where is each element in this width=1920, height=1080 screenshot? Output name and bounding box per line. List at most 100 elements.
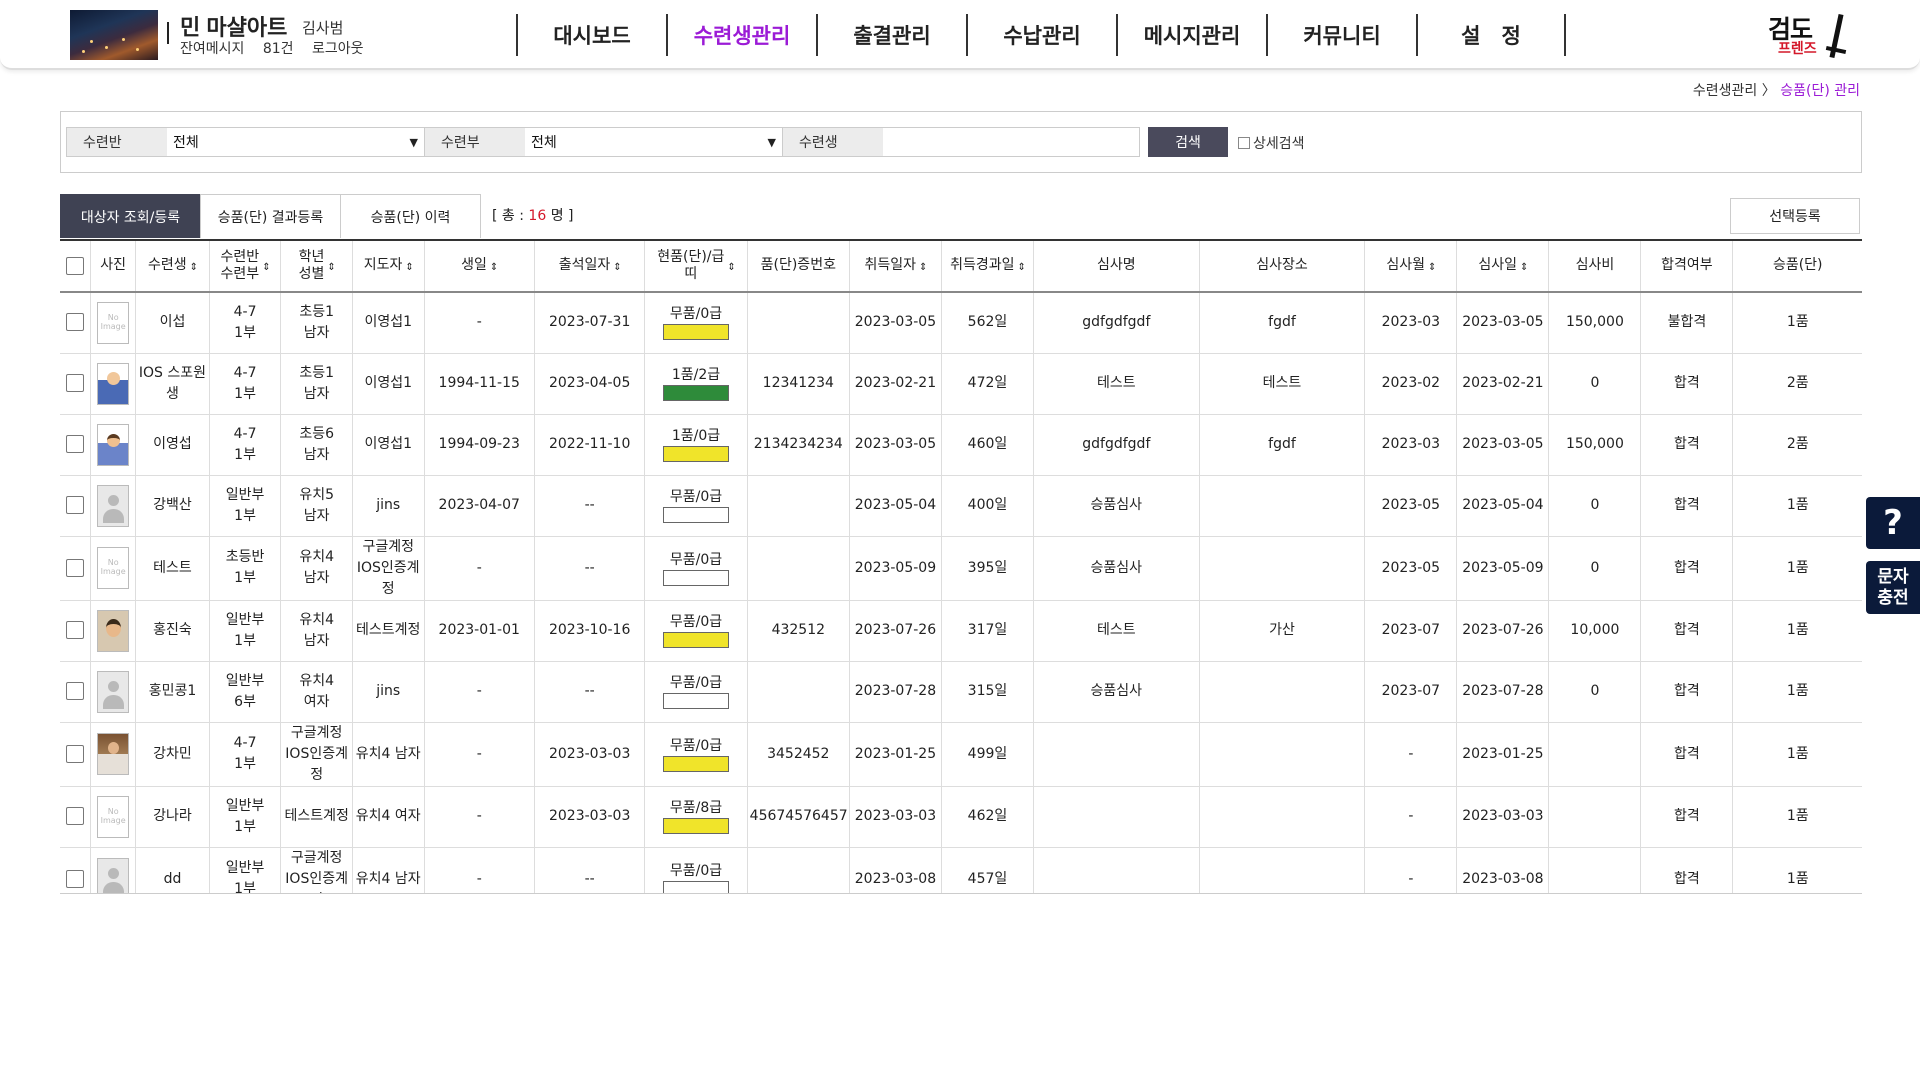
student-name[interactable]: 이영섭 bbox=[153, 436, 192, 452]
sort-icon[interactable]: ⇕ bbox=[1428, 262, 1436, 273]
tab-target-search[interactable]: 대상자 조회/등록 bbox=[60, 194, 201, 238]
row-checkbox[interactable] bbox=[66, 496, 85, 514]
belt-color-bar bbox=[663, 385, 730, 401]
pass: 합격 bbox=[1674, 870, 1700, 887]
student-photo[interactable]: No Image bbox=[97, 795, 130, 838]
student-photo[interactable] bbox=[97, 362, 130, 405]
student-name[interactable]: 홍진숙 bbox=[153, 622, 192, 638]
part-name: 1부 bbox=[234, 632, 256, 649]
birth: 2023-04-07 bbox=[438, 497, 520, 513]
sort-icon[interactable]: ⇕ bbox=[405, 262, 413, 273]
row-checkbox[interactable] bbox=[66, 682, 85, 700]
student-photo[interactable] bbox=[97, 733, 130, 775]
column-header-10[interactable]: 취득경과일 ⇕ bbox=[941, 241, 1034, 293]
row-checkbox[interactable] bbox=[66, 744, 85, 763]
avatar-placeholder-icon[interactable] bbox=[97, 484, 130, 527]
sort-icon[interactable]: ⇕ bbox=[327, 262, 335, 273]
avatar-placeholder-icon[interactable] bbox=[97, 670, 130, 713]
nav-item-0[interactable]: 대시보드 bbox=[516, 14, 666, 56]
column-header-5[interactable]: 생일 ⇕ bbox=[424, 241, 535, 293]
sort-icon[interactable]: ⇕ bbox=[613, 262, 621, 273]
row-checkbox[interactable] bbox=[66, 435, 85, 453]
column-header-2[interactable]: 수련반 수련부 ⇕ bbox=[209, 241, 282, 293]
logout-link[interactable]: 로그아웃 bbox=[312, 41, 364, 57]
table-row[interactable]: 홍민콩1 일반부 6부 유치4 여자 jins - -- 무품/0급 2023-07-28 315일… bbox=[60, 661, 1862, 723]
tab-history[interactable]: 승품(단) 이력 bbox=[340, 194, 481, 238]
nav-item-6[interactable]: 설 정 bbox=[1416, 14, 1566, 56]
sort-icon[interactable]: ⇕ bbox=[190, 262, 198, 273]
row-checkbox[interactable] bbox=[66, 374, 85, 392]
table-row[interactable]: dd일반부1부구글계정IOS인증계정유치4 남자---무품/0급2023-03-… bbox=[60, 847, 1862, 893]
student-name[interactable]: 강차민 bbox=[153, 746, 192, 762]
help-button[interactable]: ? bbox=[1866, 497, 1920, 549]
table-row[interactable]: No Image 테스트 초등반 1부 유치4 남자 구글계정IOS인증계정 - -- 무품/0급 2… bbox=[60, 536, 1862, 601]
row-checkbox[interactable] bbox=[66, 558, 85, 577]
nav-item-5[interactable]: 커뮤니티 bbox=[1266, 14, 1416, 56]
select-all-checkbox[interactable] bbox=[66, 256, 85, 275]
column-header-9[interactable]: 취득일자 ⇕ bbox=[849, 241, 942, 293]
elapsed: 472일 bbox=[967, 375, 1008, 391]
table-row[interactable]: No Image 강나라 일반부 1부 테스트계정 유치4 여자 - 2023-03-03 무품/… bbox=[60, 786, 1862, 848]
breadcrumb-parent[interactable]: 수련생관리 bbox=[1693, 83, 1757, 99]
select-register-button[interactable]: 선택등록 bbox=[1730, 198, 1860, 234]
detail-search-toggle[interactable]: 상세검색 bbox=[1238, 133, 1305, 153]
belt-color-bar bbox=[663, 324, 730, 341]
profile-photo[interactable] bbox=[70, 10, 158, 60]
student-name[interactable]: 홍민콩1 bbox=[149, 683, 197, 699]
row-checkbox[interactable] bbox=[66, 313, 85, 332]
day: 2023-02-21 bbox=[1462, 375, 1544, 391]
table-row[interactable]: 홍진숙 일반부 1부 유치4 남자 테스트계정 2023-01-01 2023-10-16 무품… bbox=[60, 600, 1862, 662]
sms-charge-button[interactable]: 문자 충전 bbox=[1866, 561, 1920, 614]
sort-icon[interactable]: ⇕ bbox=[919, 262, 927, 273]
part-name: 1부 bbox=[234, 756, 256, 772]
table-row[interactable]: No Image 이섭 4-7 1부 초등1 남자 이영섭1 - 2023-07-31 무품/0급 2… bbox=[60, 292, 1862, 354]
student-name[interactable]: 강백산 bbox=[153, 497, 192, 513]
nav-item-2[interactable]: 출결관리 bbox=[816, 14, 966, 56]
row-checkbox[interactable] bbox=[66, 807, 85, 825]
student-input[interactable] bbox=[883, 128, 1139, 156]
class-name: 일반부 bbox=[225, 797, 265, 814]
column-header-4[interactable]: 지도자 ⇕ bbox=[352, 241, 425, 293]
avatar-placeholder-icon[interactable] bbox=[97, 858, 130, 893]
column-header-14[interactable]: 심사일 ⇕ bbox=[1456, 241, 1550, 293]
class-select[interactable]: 수련반 전체 ▼ bbox=[66, 127, 425, 157]
student-name[interactable]: dd bbox=[164, 871, 182, 887]
student-name[interactable]: 강나라 bbox=[153, 808, 192, 824]
student-name[interactable]: 이섭 bbox=[160, 314, 186, 330]
nav-item-3[interactable]: 수납관리 bbox=[966, 14, 1116, 56]
sort-icon[interactable]: ⇕ bbox=[262, 262, 270, 273]
student-name[interactable]: IOS 스포원생 bbox=[139, 365, 206, 402]
student-photo[interactable]: No Image bbox=[97, 301, 130, 344]
nav-item-4[interactable]: 메시지관리 bbox=[1116, 14, 1266, 56]
row-checkbox[interactable] bbox=[66, 621, 85, 639]
column-header-1[interactable]: 수련생 ⇕ bbox=[135, 241, 210, 293]
logo[interactable]: 검도 프렌즈 bbox=[1768, 10, 1852, 62]
table-row[interactable]: 강백산 일반부 1부 유치5 남자 jins 2023-04-07 -- 무품/0급 2023-0… bbox=[60, 475, 1862, 537]
acq: 2023-07-28 bbox=[854, 683, 937, 699]
table-row[interactable]: 이영섭 4-7 1부 초등6 남자 이영섭1 1994-09-23 2022-11-10 1품/… bbox=[60, 414, 1862, 476]
sort-icon[interactable]: ⇕ bbox=[1520, 262, 1528, 273]
column-header-3[interactable]: 학년 성별 ⇕ bbox=[280, 241, 353, 293]
column-header-13[interactable]: 심사월 ⇕ bbox=[1364, 241, 1458, 293]
acq: 2023-07-26 bbox=[854, 622, 937, 638]
column-header-7[interactable]: 현품(단)/급 띠 ⇕ bbox=[644, 241, 748, 293]
tab-result-register[interactable]: 승품(단) 결과등록 bbox=[200, 194, 341, 238]
table-row[interactable]: 강차민 4-7 1부 구글계정IOS인증계정 유치4 남자 - 2023-03-03 무품/0… bbox=[60, 722, 1862, 787]
detail-search-checkbox[interactable] bbox=[1238, 137, 1250, 149]
student-photo[interactable] bbox=[97, 609, 130, 652]
sort-icon[interactable]: ⇕ bbox=[490, 262, 498, 273]
column-header-6[interactable]: 출석일자 ⇕ bbox=[534, 241, 646, 293]
nav-item-1[interactable]: 수련생관리 bbox=[666, 14, 816, 56]
row-checkbox[interactable] bbox=[66, 869, 85, 888]
acq: 2023-03-03 bbox=[854, 808, 937, 824]
search-button[interactable]: 검색 bbox=[1148, 127, 1228, 157]
belt-color-bar bbox=[663, 632, 730, 648]
sort-icon[interactable]: ⇕ bbox=[727, 262, 735, 273]
sort-icon[interactable]: ⇕ bbox=[1017, 262, 1025, 273]
student-photo[interactable]: No Image bbox=[97, 547, 130, 589]
part-select[interactable]: 수련부 전체 ▼ bbox=[424, 127, 783, 157]
student-search[interactable]: 수련생 bbox=[782, 127, 1140, 157]
student-photo[interactable] bbox=[97, 423, 130, 466]
student-name[interactable]: 테스트 bbox=[153, 560, 192, 576]
table-row[interactable]: IOS 스포원생 4-7 1부 초등1 남자 이영섭1 1994-11-15 2023-04-… bbox=[60, 353, 1862, 415]
